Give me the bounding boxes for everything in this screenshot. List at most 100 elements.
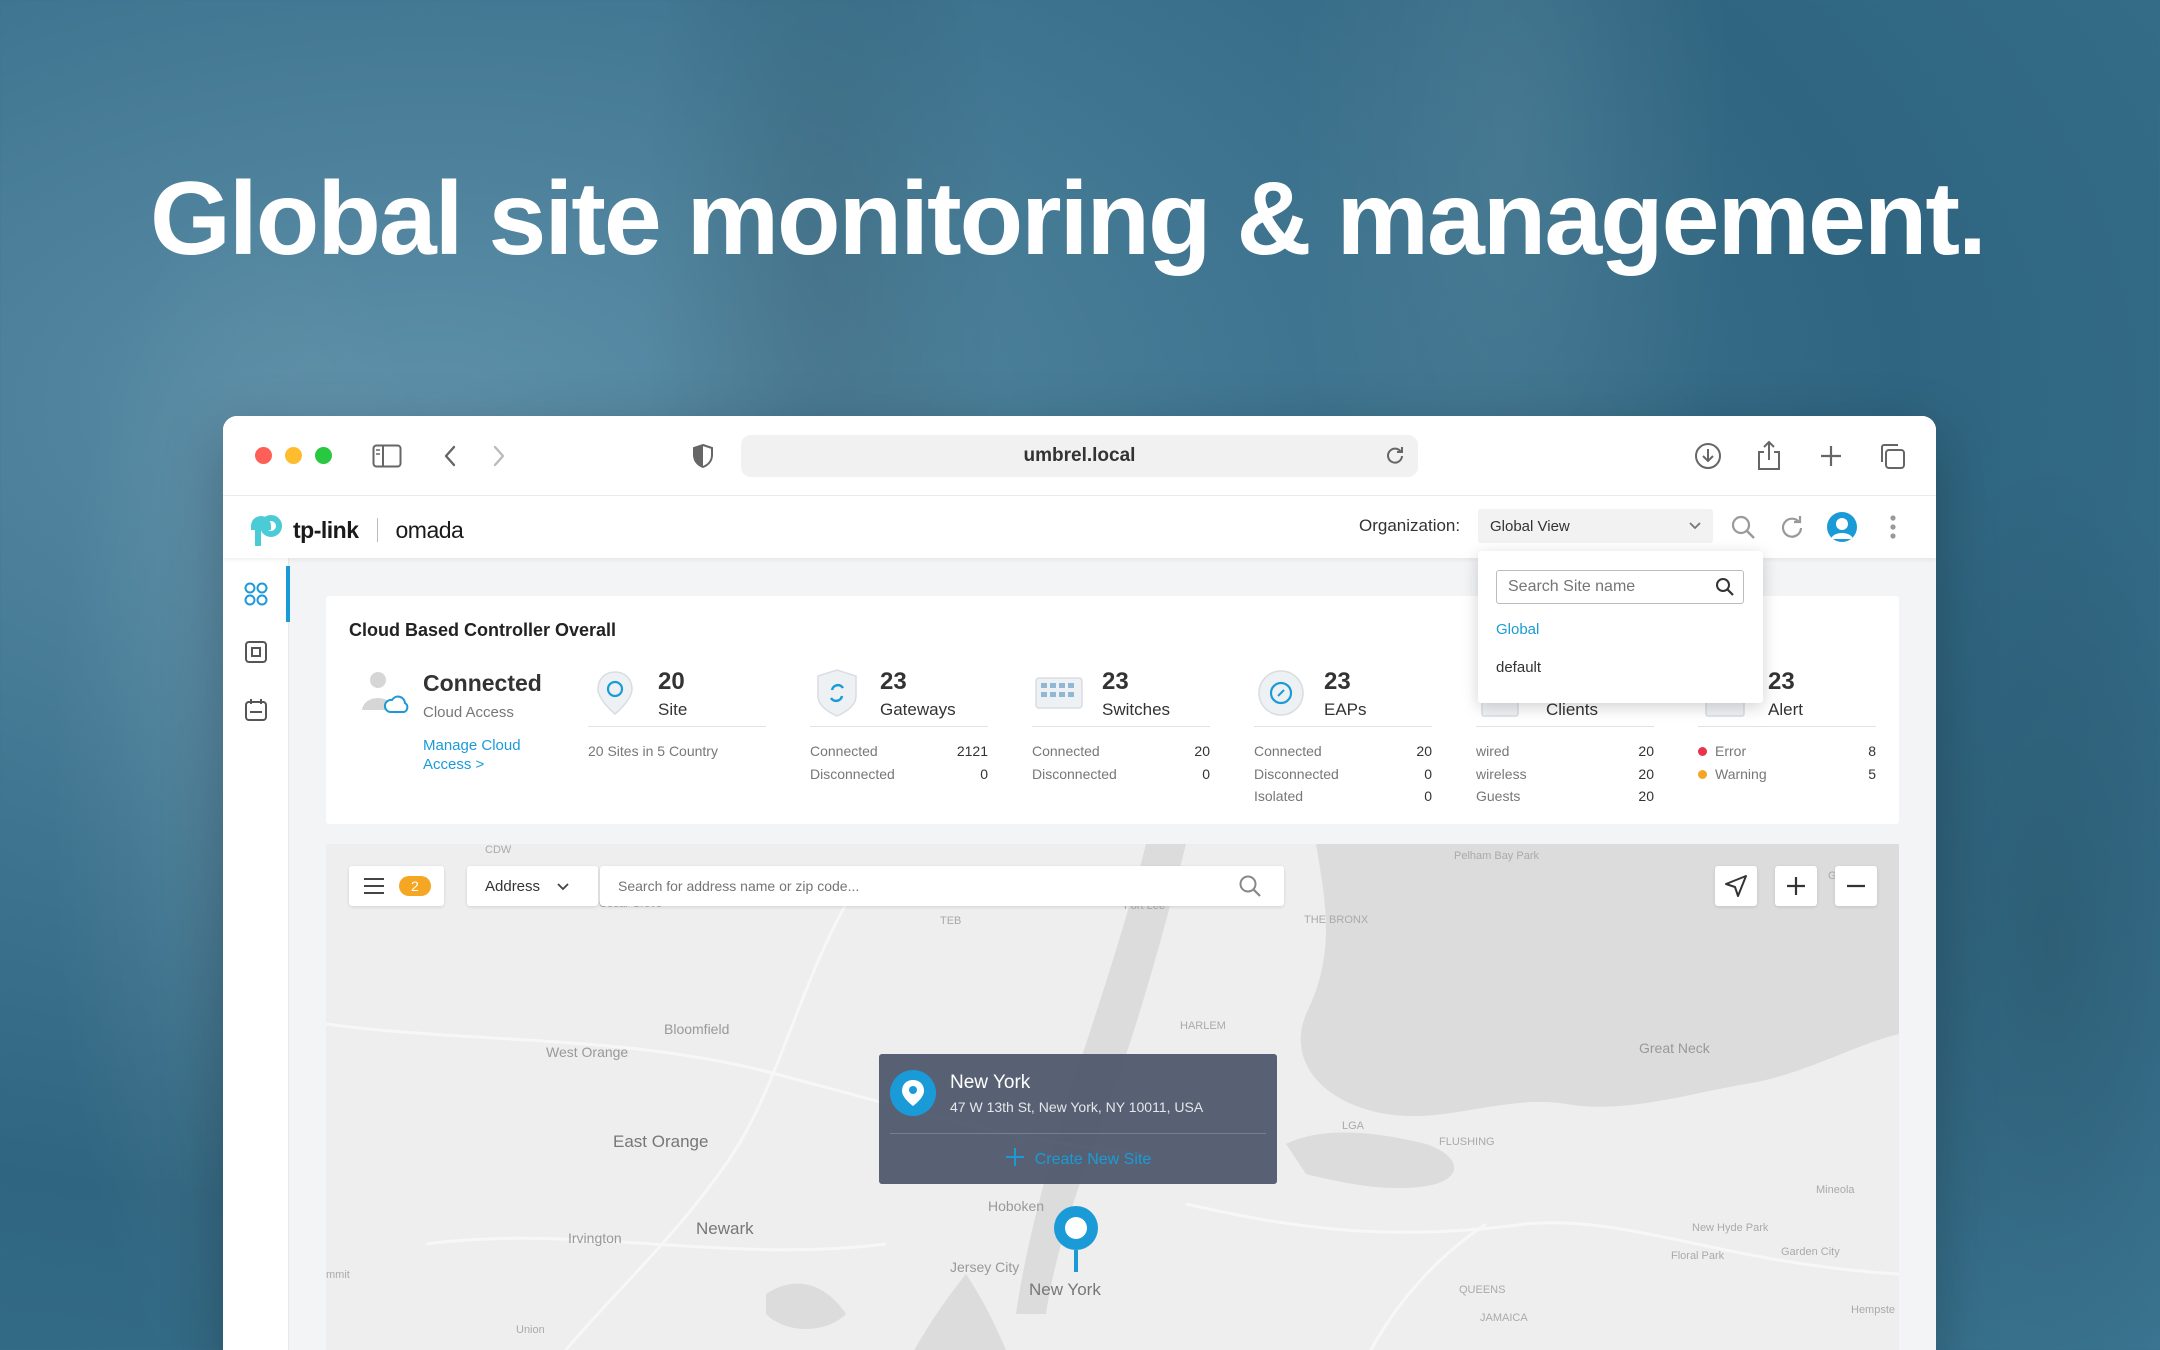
navigation-arrow-icon xyxy=(1725,875,1747,897)
map-label-lga: LGA xyxy=(1342,1120,1365,1132)
sidebar-item-calendar[interactable] xyxy=(223,682,289,738)
cloud-subtitle: Cloud Access xyxy=(423,704,514,721)
organization-value: Global View xyxy=(1490,517,1570,535)
sidebar-toggle-icon[interactable] xyxy=(369,438,405,474)
refresh-icon[interactable] xyxy=(1777,512,1807,542)
divider xyxy=(1254,726,1432,727)
site-search-field[interactable] xyxy=(1496,570,1744,604)
dropdown-option-global[interactable]: Global xyxy=(1496,621,1539,638)
map-label-jersey-city: Jersey City xyxy=(950,1259,1020,1275)
map-label-mmit: mmit xyxy=(326,1269,350,1281)
more-vertical-icon[interactable] xyxy=(1878,512,1908,542)
map-label-the-bronx: THE BRONX xyxy=(1304,914,1369,926)
map-marker-icon[interactable] xyxy=(1048,1200,1104,1274)
page-headline: Global site monitoring & management. xyxy=(150,161,1987,277)
map-label-irvington: Irvington xyxy=(568,1230,622,1246)
plus-icon xyxy=(1787,877,1805,895)
site-note: 20 Sites in 5 Country xyxy=(588,743,718,760)
reload-icon[interactable] xyxy=(1384,444,1406,472)
row-key: Error xyxy=(1715,743,1747,760)
search-type-select[interactable]: Address xyxy=(467,866,598,906)
popup-location-address: 47 W 13th St, New York, NY 10011, USA xyxy=(950,1099,1204,1115)
sidebar-item-dashboard[interactable] xyxy=(223,566,290,622)
divider xyxy=(1698,726,1876,727)
locate-me-button[interactable] xyxy=(1715,866,1757,906)
create-new-site-button[interactable]: Create New Site xyxy=(879,1147,1277,1169)
back-arrow-icon[interactable] xyxy=(432,438,468,474)
site-map[interactable]: CDW Cedar Grove Fort Lee TEB THE BRONX P… xyxy=(326,844,1899,1350)
map-label-new-york: New York xyxy=(1029,1280,1101,1299)
search-icon[interactable] xyxy=(1715,577,1735,602)
logo-product-text: omada xyxy=(395,516,464,543)
new-tab-icon[interactable] xyxy=(1813,438,1849,474)
window-controls xyxy=(255,447,332,464)
tp-link-logo-icon xyxy=(251,515,282,546)
tabs-overview-icon[interactable] xyxy=(1874,438,1910,474)
row-key: Isolated xyxy=(1254,788,1304,805)
site-search-input[interactable] xyxy=(1497,571,1697,603)
row-key: Disconnected xyxy=(1254,765,1339,782)
clients-label: Clients xyxy=(1546,700,1598,719)
switches-details: Connected 20 Disconnected 0 xyxy=(1032,740,1210,785)
location-pin-icon xyxy=(890,1070,936,1116)
search-icon[interactable] xyxy=(1238,874,1262,898)
divider xyxy=(588,726,766,727)
switches-row: Disconnected 0 xyxy=(1032,763,1210,786)
site-label: Site xyxy=(658,700,688,719)
zoom-out-button[interactable] xyxy=(1835,866,1877,906)
sidebar-item-devices[interactable] xyxy=(223,624,289,680)
row-key: Guests xyxy=(1476,788,1521,805)
row-key: Connected xyxy=(810,743,878,760)
site-list-toggle[interactable]: 2 xyxy=(349,866,444,906)
calendar-icon xyxy=(245,699,267,721)
row-value: 0 xyxy=(1424,765,1432,782)
switches-row: Connected 20 xyxy=(1032,740,1210,763)
omada-logo[interactable]: tp-link omada xyxy=(245,510,464,550)
chevron-down-icon xyxy=(1687,517,1703,537)
share-icon[interactable] xyxy=(1751,438,1787,474)
divider xyxy=(810,726,988,727)
eaps-row: Disconnected 0 xyxy=(1254,763,1432,786)
organization-select[interactable]: Global View xyxy=(1478,509,1713,543)
address-search-field[interactable] xyxy=(600,866,1284,906)
alert-details: Error 8 Warning 5 xyxy=(1698,740,1876,785)
map-label-pelham-bay: Pelham Bay Park xyxy=(1454,850,1539,862)
row-key: wired xyxy=(1476,743,1510,760)
error-dot xyxy=(1698,747,1707,757)
row-value: 20 xyxy=(1638,765,1654,782)
alert-row-error: Error 8 xyxy=(1698,740,1876,763)
devices-icon xyxy=(245,641,267,663)
forward-arrow-icon[interactable] xyxy=(481,438,517,474)
clients-row: wireless 20 xyxy=(1476,763,1654,786)
shield-icon[interactable] xyxy=(685,438,721,474)
gateways-row: Connected 2121 xyxy=(810,740,988,763)
map-label-harlem: HARLEM xyxy=(1180,1020,1226,1032)
address-bar[interactable]: umbrel.local xyxy=(741,435,1418,477)
gateway-icon xyxy=(817,669,857,717)
chevron-down-icon xyxy=(557,883,569,891)
dropdown-option-default[interactable]: default xyxy=(1496,659,1541,676)
address-search-input[interactable] xyxy=(600,866,1200,906)
plus-icon xyxy=(1005,1148,1024,1166)
map-label-cdw: CDW xyxy=(485,844,512,856)
zoom-in-button[interactable] xyxy=(1775,866,1817,906)
download-icon[interactable] xyxy=(1690,438,1726,474)
row-key: wireless xyxy=(1476,765,1527,782)
logo-divider xyxy=(376,518,378,542)
row-value: 0 xyxy=(1424,788,1432,805)
app-header: tp-link omada Organization: Global View xyxy=(223,496,1936,558)
eaps-details: Connected 20 Disconnected 0 Isolated 0 xyxy=(1254,740,1432,808)
close-window-button[interactable] xyxy=(255,447,272,464)
gateways-details: Connected 2121 Disconnected 0 xyxy=(810,740,988,785)
location-popup: New York 47 W 13th St, New York, NY 1001… xyxy=(879,1054,1277,1184)
maximize-window-button[interactable] xyxy=(315,447,332,464)
user-avatar[interactable] xyxy=(1827,512,1857,542)
logo-brand-text: tp-link xyxy=(293,516,359,543)
alert-count: 23 xyxy=(1768,668,1795,695)
map-label-jamaica: JAMAICA xyxy=(1480,1312,1528,1324)
site-details: 20 Sites in 5 Country xyxy=(588,740,766,763)
map-label-floral-park: Floral Park xyxy=(1671,1250,1725,1262)
minimize-window-button[interactable] xyxy=(285,447,302,464)
manage-cloud-access-link[interactable]: Manage Cloud Access > xyxy=(423,736,543,774)
search-icon[interactable] xyxy=(1728,512,1758,542)
